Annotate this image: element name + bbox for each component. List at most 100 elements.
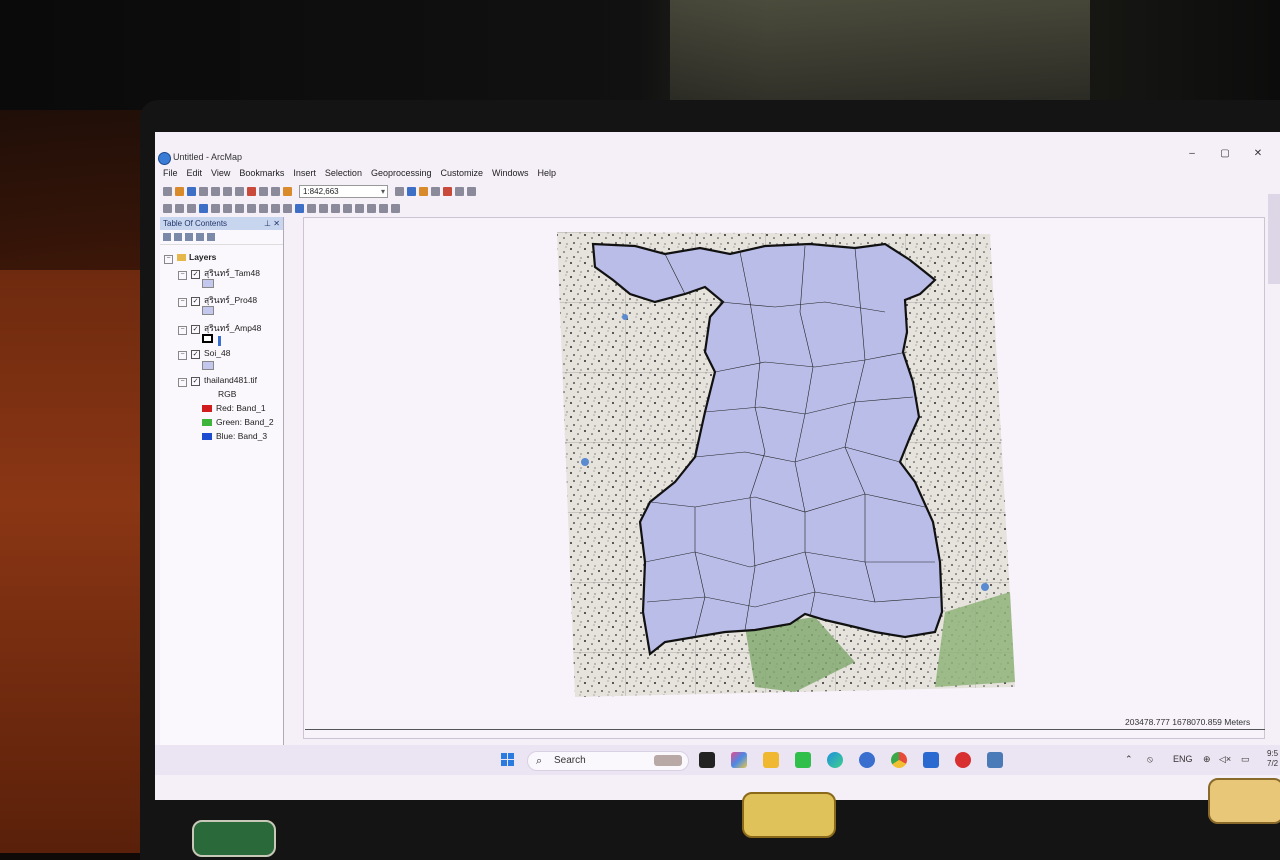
layer-visibility-checkbox[interactable]: ✓ <box>191 297 200 306</box>
band-row-blue[interactable]: Blue: Band_3 <box>202 431 267 441</box>
clear-selection-icon[interactable] <box>271 203 280 213</box>
search-window-icon[interactable] <box>431 186 440 196</box>
layers-root[interactable]: − Layers <box>164 252 216 264</box>
back-extent-icon[interactable] <box>235 203 244 213</box>
select-features-icon[interactable] <box>259 203 268 213</box>
layer-row[interactable]: − ✓ สุรินทร์_Amp48 <box>178 321 261 335</box>
line-app-icon[interactable] <box>795 752 811 768</box>
toc-window-icon[interactable] <box>407 186 416 196</box>
edge-browser-icon[interactable] <box>827 752 843 768</box>
cut-icon[interactable] <box>211 186 220 196</box>
menu-bookmarks[interactable]: Bookmarks <box>239 168 284 182</box>
layer-row[interactable]: − ✓ สุรินทร์_Pro48 <box>178 293 257 307</box>
taskbar-search[interactable]: ⌕ Search <box>527 751 689 771</box>
list-by-visibility-icon[interactable] <box>185 233 193 241</box>
collapse-icon[interactable]: − <box>164 255 173 264</box>
menu-edit[interactable]: Edit <box>187 168 203 182</box>
menu-geoprocessing[interactable]: Geoprocessing <box>371 168 432 182</box>
pdf-reader-icon[interactable] <box>955 752 971 768</box>
open-icon[interactable] <box>175 186 184 196</box>
globe-icon[interactable]: ⊕ <box>1203 754 1211 765</box>
full-extent-icon[interactable] <box>199 203 208 213</box>
zoom-in-icon[interactable] <box>163 203 172 213</box>
maximize-button[interactable]: ▢ <box>1215 148 1235 159</box>
minimize-button[interactable]: – <box>1182 148 1202 159</box>
language-indicator[interactable]: ENG <box>1173 754 1193 764</box>
paste-icon[interactable] <box>235 186 244 196</box>
network-icon[interactable]: ⦸ <box>1147 754 1153 765</box>
select-elements-icon[interactable] <box>283 203 292 213</box>
create-viewer-icon[interactable] <box>391 203 400 213</box>
list-by-source-icon[interactable] <box>174 233 182 241</box>
zoom-out-icon[interactable] <box>175 203 184 213</box>
pin-icon[interactable]: ⊥ <box>264 217 271 230</box>
model-builder-icon[interactable] <box>467 186 476 196</box>
redo-icon[interactable] <box>271 186 280 196</box>
save-icon[interactable] <box>187 186 196 196</box>
menu-insert[interactable]: Insert <box>293 168 316 182</box>
app-icon[interactable] <box>987 752 1003 768</box>
band-row-red[interactable]: Red: Band_1 <box>202 403 266 413</box>
layer-symbol-selected[interactable] <box>202 334 222 346</box>
measure-icon[interactable] <box>331 203 340 213</box>
arctoolbox-icon[interactable] <box>443 186 452 196</box>
layer-row[interactable]: − ✓ สุรินทร์_Tam48 <box>178 266 260 280</box>
time-slider-icon[interactable] <box>379 203 388 213</box>
menu-customize[interactable]: Customize <box>441 168 484 182</box>
menu-selection[interactable]: Selection <box>325 168 362 182</box>
battery-icon[interactable]: ▭ <box>1241 754 1250 765</box>
layer-visibility-checkbox[interactable]: ✓ <box>191 377 200 386</box>
fixed-zoom-in-icon[interactable] <box>211 203 220 213</box>
menu-file[interactable]: File <box>163 168 178 182</box>
close-button[interactable]: ✕ <box>1248 148 1268 159</box>
collapse-icon[interactable]: − <box>178 326 187 335</box>
toc-options-icon[interactable] <box>207 233 215 241</box>
menu-help[interactable]: Help <box>538 168 557 182</box>
layer-visibility-checkbox[interactable]: ✓ <box>191 270 200 279</box>
app-icon[interactable] <box>923 752 939 768</box>
html-popup-icon[interactable] <box>319 203 328 213</box>
find-route-icon[interactable] <box>355 203 364 213</box>
task-view-icon[interactable] <box>699 752 715 768</box>
list-by-selection-icon[interactable] <box>196 233 204 241</box>
copy-icon[interactable] <box>223 186 232 196</box>
layer-row[interactable]: − ✓ Soi_48 <box>178 348 230 360</box>
chrome-icon[interactable] <box>891 752 907 768</box>
delete-icon[interactable] <box>247 186 256 196</box>
windows-start-icon[interactable] <box>501 753 515 767</box>
find-icon[interactable] <box>343 203 352 213</box>
layer-row[interactable]: − ✓ thailand481.tif <box>178 375 257 387</box>
taskbar-clock[interactable]: 9:5 7/2 <box>1267 749 1278 769</box>
collapse-icon[interactable]: − <box>178 271 187 280</box>
layer-symbol[interactable] <box>202 361 214 372</box>
band-row-green[interactable]: Green: Band_2 <box>202 417 274 427</box>
layer-visibility-checkbox[interactable]: ✓ <box>191 350 200 359</box>
new-map-icon[interactable] <box>163 186 172 196</box>
add-data-icon[interactable] <box>283 186 292 196</box>
copilot-icon[interactable] <box>731 752 747 768</box>
collapse-icon[interactable]: − <box>178 351 187 360</box>
arcmap-taskbar-icon[interactable] <box>859 752 875 768</box>
file-explorer-icon[interactable] <box>763 752 779 768</box>
forward-extent-icon[interactable] <box>247 203 256 213</box>
menu-windows[interactable]: Windows <box>492 168 529 182</box>
chevron-up-icon[interactable]: ⌃ <box>1125 754 1133 765</box>
identify-icon[interactable] <box>295 203 304 213</box>
hyperlink-icon[interactable] <box>307 203 316 213</box>
map-display[interactable] <box>555 232 1015 697</box>
catalog-window-icon[interactable] <box>419 186 428 196</box>
fixed-zoom-out-icon[interactable] <box>223 203 232 213</box>
layer-symbol[interactable] <box>202 279 214 290</box>
menu-view[interactable]: View <box>211 168 230 182</box>
undo-icon[interactable] <box>259 186 268 196</box>
pan-icon[interactable] <box>187 203 196 213</box>
editor-icon[interactable] <box>395 186 404 196</box>
go-to-xy-icon[interactable] <box>367 203 376 213</box>
collapse-icon[interactable]: − <box>178 378 187 387</box>
volume-muted-icon[interactable]: ◁× <box>1219 754 1231 765</box>
collapse-icon[interactable]: − <box>178 298 187 307</box>
catalog-dock-tab[interactable] <box>1268 194 1280 284</box>
list-by-drawing-order-icon[interactable] <box>163 233 171 241</box>
toc-close-icon[interactable]: ✕ <box>273 217 280 230</box>
map-scale-dropdown[interactable]: 1:842,663 <box>299 184 388 198</box>
